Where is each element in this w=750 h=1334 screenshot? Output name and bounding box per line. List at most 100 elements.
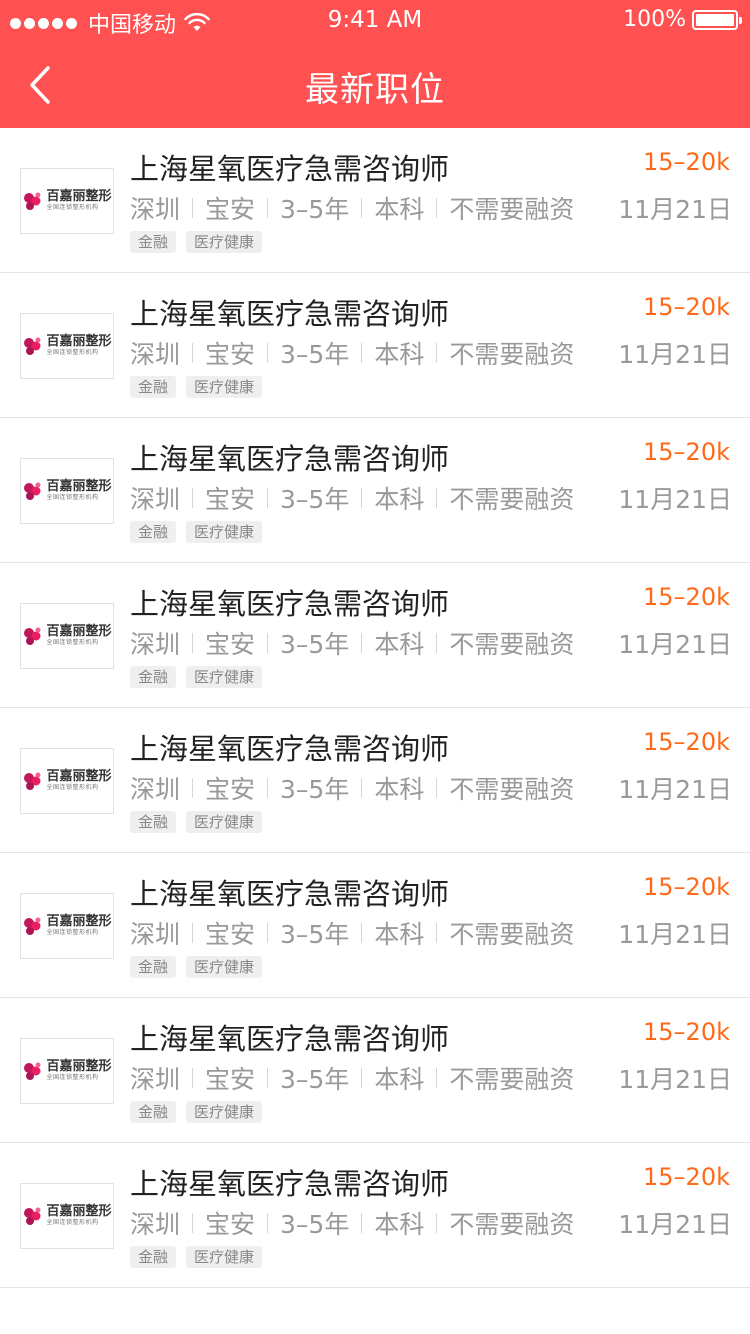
job-education: 本科	[374, 485, 425, 514]
divider	[267, 198, 269, 218]
job-list-item[interactable]: 百嘉丽整形 全国连锁整形机构 上海星氧医疗急需咨询师 15–20k 深圳 宝安 …	[0, 563, 750, 708]
divider	[192, 923, 194, 943]
job-title: 上海星氧医疗急需咨询师	[130, 1167, 450, 1201]
job-tag: 金融	[130, 811, 177, 833]
divider	[192, 633, 194, 653]
job-tags: 金融 医疗健康	[130, 811, 272, 833]
job-salary: 15–20k	[643, 728, 730, 756]
header: 中国移动 9:41 AM 100% 最新职位	[0, 0, 750, 128]
job-list-item[interactable]: 百嘉丽整形 全国连锁整形机构 上海星氧医疗急需咨询师 15–20k 深圳 宝安 …	[0, 998, 750, 1143]
company-logo-subtitle: 全国连锁整形机构	[46, 204, 99, 211]
battery-icon	[692, 9, 742, 30]
job-tags: 金融 医疗健康	[130, 666, 272, 688]
job-salary: 15–20k	[643, 873, 730, 901]
company-logo-name: 百嘉丽整形	[46, 1204, 112, 1219]
divider	[192, 488, 194, 508]
job-list-item[interactable]: 百嘉丽整形 全国连锁整形机构 上海星氧医疗急需咨询师 15–20k 深圳 宝安 …	[0, 418, 750, 563]
divider	[267, 1213, 269, 1233]
company-logo-mark-icon	[24, 772, 41, 790]
job-title: 上海星氧医疗急需咨询师	[130, 587, 450, 621]
divider	[436, 923, 438, 943]
divider	[436, 778, 438, 798]
divider	[361, 923, 363, 943]
job-salary: 15–20k	[643, 1163, 730, 1191]
job-list-item[interactable]: 百嘉丽整形 全国连锁整形机构 上海星氧医疗急需咨询师 15–20k 深圳 宝安 …	[0, 853, 750, 998]
company-logo: 百嘉丽整形 全国连锁整形机构	[20, 168, 114, 234]
company-logo-name: 百嘉丽整形	[46, 769, 112, 784]
job-experience: 3–5年	[280, 340, 350, 369]
job-education: 本科	[374, 340, 425, 369]
job-experience: 3–5年	[280, 775, 350, 804]
job-salary: 15–20k	[643, 438, 730, 466]
divider	[436, 633, 438, 653]
job-district: 宝安	[205, 630, 256, 659]
job-meta: 深圳 宝安 3–5年 本科 不需要融资	[130, 915, 574, 951]
job-tags: 金融 医疗健康	[130, 521, 272, 543]
company-logo: 百嘉丽整形 全国连锁整形机构	[20, 893, 114, 959]
company-logo-subtitle: 全国连锁整形机构	[46, 349, 99, 356]
job-district: 宝安	[205, 920, 256, 949]
job-salary: 15–20k	[643, 148, 730, 176]
company-logo: 百嘉丽整形 全国连锁整形机构	[20, 313, 114, 379]
job-meta: 深圳 宝安 3–5年 本科 不需要融资	[130, 1205, 574, 1241]
job-experience: 3–5年	[280, 630, 350, 659]
job-list-item[interactable]: 百嘉丽整形 全国连锁整形机构 上海星氧医疗急需咨询师 15–20k 深圳 宝安 …	[0, 273, 750, 418]
job-education: 本科	[374, 630, 425, 659]
job-funding: 不需要融资	[449, 195, 575, 224]
company-logo: 百嘉丽整形 全国连锁整形机构	[20, 1038, 114, 1104]
job-title: 上海星氧医疗急需咨询师	[130, 152, 450, 186]
job-district: 宝安	[205, 340, 256, 369]
job-title: 上海星氧医疗急需咨询师	[130, 297, 450, 331]
job-funding: 不需要融资	[449, 1210, 575, 1239]
company-logo-mark-icon	[24, 627, 41, 645]
job-date: 11月21日	[618, 775, 732, 804]
job-list: 百嘉丽整形 全国连锁整形机构 上海星氧医疗急需咨询师 15–20k 深圳 宝安 …	[0, 128, 750, 1288]
divider	[267, 633, 269, 653]
job-funding: 不需要融资	[449, 630, 575, 659]
job-date: 11月21日	[618, 485, 732, 514]
company-logo-mark-icon	[24, 1062, 41, 1080]
company-logo-mark-icon	[24, 192, 41, 210]
job-tag: 金融	[130, 231, 177, 253]
job-list-item[interactable]: 百嘉丽整形 全国连锁整形机构 上海星氧医疗急需咨询师 15–20k 深圳 宝安 …	[0, 708, 750, 853]
job-tag: 金融	[130, 956, 177, 978]
job-tags: 金融 医疗健康	[130, 1246, 272, 1268]
company-logo-name: 百嘉丽整形	[46, 334, 112, 349]
job-tags: 金融 医疗健康	[130, 231, 272, 253]
job-district: 宝安	[205, 1210, 256, 1239]
job-experience: 3–5年	[280, 1065, 350, 1094]
job-date: 11月21日	[618, 1210, 732, 1239]
job-tag: 金融	[130, 666, 177, 688]
divider	[192, 1068, 194, 1088]
job-experience: 3–5年	[280, 920, 350, 949]
company-logo-subtitle: 全国连锁整形机构	[46, 1219, 99, 1226]
divider	[267, 488, 269, 508]
job-education: 本科	[374, 1065, 425, 1094]
job-list-item[interactable]: 百嘉丽整形 全国连锁整形机构 上海星氧医疗急需咨询师 15–20k 深圳 宝安 …	[0, 1143, 750, 1288]
divider	[361, 343, 363, 363]
job-tags: 金融 医疗健康	[130, 1101, 272, 1123]
job-title: 上海星氧医疗急需咨询师	[130, 1022, 450, 1056]
job-city: 深圳	[130, 485, 181, 514]
company-logo: 百嘉丽整形 全国连锁整形机构	[20, 748, 114, 814]
divider	[192, 343, 194, 363]
job-tags: 金融 医疗健康	[130, 376, 272, 398]
page-title: 最新职位	[305, 70, 445, 110]
job-meta: 深圳 宝安 3–5年 本科 不需要融资	[130, 190, 574, 226]
job-funding: 不需要融资	[449, 340, 575, 369]
job-city: 深圳	[130, 920, 181, 949]
job-list-item[interactable]: 百嘉丽整形 全国连锁整形机构 上海星氧医疗急需咨询师 15–20k 深圳 宝安 …	[0, 128, 750, 273]
job-city: 深圳	[130, 1065, 181, 1094]
job-tag: 金融	[130, 376, 177, 398]
company-logo-name: 百嘉丽整形	[46, 479, 112, 494]
job-tag: 医疗健康	[186, 521, 263, 543]
job-tag: 医疗健康	[186, 811, 263, 833]
job-city: 深圳	[130, 1210, 181, 1239]
status-bar: 中国移动 9:41 AM 100%	[0, 0, 750, 40]
company-logo-subtitle: 全国连锁整形机构	[46, 494, 99, 501]
job-education: 本科	[374, 195, 425, 224]
job-education: 本科	[374, 1210, 425, 1239]
divider	[192, 778, 194, 798]
job-education: 本科	[374, 775, 425, 804]
company-logo-name: 百嘉丽整形	[46, 914, 112, 929]
